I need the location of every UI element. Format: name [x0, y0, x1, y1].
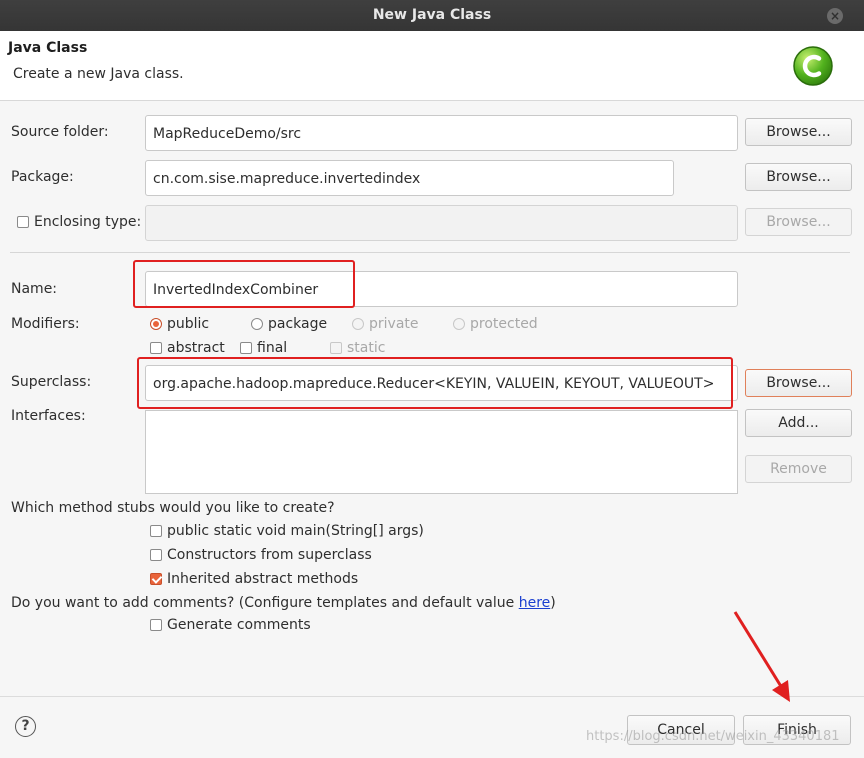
final-checkbox[interactable] — [240, 342, 252, 354]
abstract-checkbox[interactable] — [150, 342, 162, 354]
package-input[interactable]: cn.com.sise.mapreduce.invertedindex — [145, 160, 674, 196]
java-class-icon — [793, 46, 833, 86]
constructors-label: Constructors from superclass — [167, 547, 372, 563]
source-folder-browse-button[interactable]: Browse... — [745, 118, 852, 146]
inherited-methods-label: Inherited abstract methods — [167, 571, 359, 587]
help-icon[interactable]: ? — [15, 716, 36, 737]
enclosing-type-input — [145, 205, 738, 241]
window-titlebar: New Java Class × — [0, 0, 864, 31]
generate-comments-checkbox[interactable] — [150, 619, 162, 631]
comments-question-suffix: ) — [550, 595, 556, 611]
public-radio[interactable] — [150, 318, 162, 330]
private-label: private — [369, 316, 419, 332]
wizard-banner: Java Class Create a new Java class. — [0, 31, 864, 101]
remove-interface-button: Remove — [745, 455, 852, 483]
superclass-highlight-box — [137, 357, 733, 409]
superclass-browse-button[interactable]: Browse... — [745, 369, 852, 397]
main-method-label: public static void main(String[] args) — [167, 523, 424, 539]
superclass-label: Superclass: — [11, 374, 92, 390]
generate-comments-label: Generate comments — [167, 617, 311, 633]
source-folder-label: Source folder: — [11, 124, 109, 140]
name-highlight-box — [133, 260, 355, 308]
name-label: Name: — [11, 281, 58, 297]
comments-question: Do you want to add comments? (Configure … — [11, 595, 556, 611]
protected-radio — [453, 318, 465, 330]
interfaces-label: Interfaces: — [11, 408, 86, 424]
static-label: static — [347, 340, 386, 356]
final-label: final — [257, 340, 288, 356]
package-label: Package: — [11, 169, 74, 185]
red-arrow-annotation — [733, 611, 790, 702]
modifiers-label: Modifiers: — [11, 316, 80, 332]
watermark: https://blog.csdn.net/weixin_43340181 — [586, 729, 840, 744]
enclosing-type-checkbox[interactable] — [17, 216, 29, 228]
enclosing-type-browse-button: Browse... — [745, 208, 852, 236]
window-title: New Java Class — [372, 7, 492, 23]
method-stubs-question: Which method stubs would you like to cre… — [11, 500, 335, 516]
banner-title: Java Class — [8, 40, 88, 56]
source-folder-input[interactable]: MapReduceDemo/src — [145, 115, 738, 151]
close-icon[interactable]: × — [827, 8, 843, 24]
enclosing-type-label: Enclosing type: — [34, 214, 142, 230]
inherited-methods-checkbox[interactable] — [150, 573, 162, 585]
package-radio[interactable] — [251, 318, 263, 330]
protected-label: protected — [470, 316, 538, 332]
constructors-checkbox[interactable] — [150, 549, 162, 561]
public-label: public — [167, 316, 210, 332]
static-checkbox — [330, 342, 342, 354]
banner-description: Create a new Java class. — [13, 66, 184, 82]
package-browse-button[interactable]: Browse... — [745, 163, 852, 191]
separator — [10, 252, 850, 253]
main-method-checkbox[interactable] — [150, 525, 162, 537]
comments-question-text: Do you want to add comments? (Configure … — [11, 595, 519, 611]
add-interface-button[interactable]: Add... — [745, 409, 852, 437]
package-modifier-label: package — [268, 316, 328, 332]
templates-link[interactable]: here — [519, 595, 551, 611]
abstract-label: abstract — [167, 340, 225, 356]
private-radio — [352, 318, 364, 330]
interfaces-list[interactable] — [145, 410, 738, 494]
